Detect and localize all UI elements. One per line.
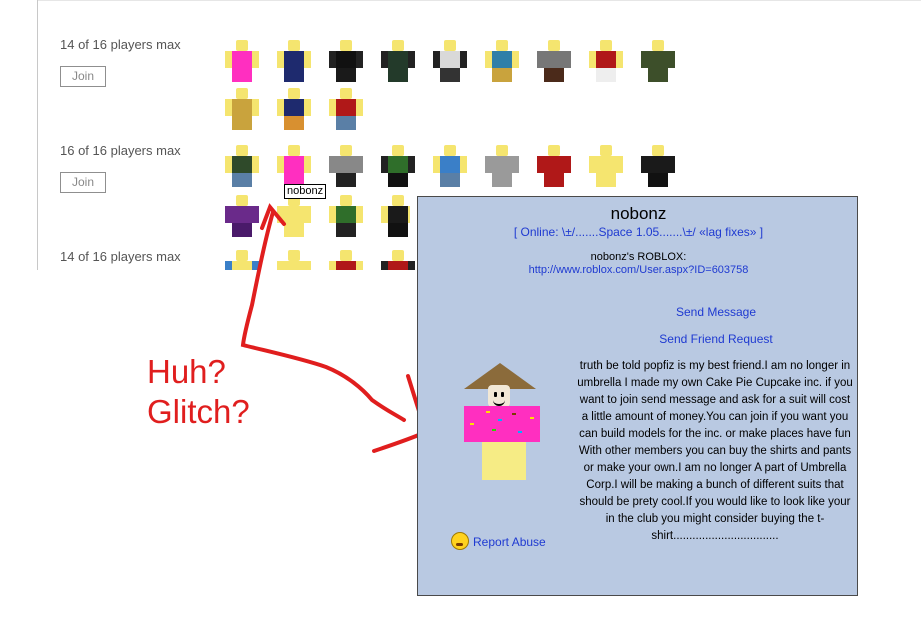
sprinkle bbox=[498, 419, 502, 421]
annotation-text: Huh? Glitch? bbox=[147, 352, 250, 432]
sprinkle bbox=[492, 429, 496, 431]
report-abuse-label: Report Abuse bbox=[473, 535, 546, 549]
sprinkle bbox=[470, 423, 474, 425]
avatar-eye-left bbox=[494, 392, 497, 397]
profile-roblox-url[interactable]: http://www.roblox.com/User.aspx?ID=60375… bbox=[418, 264, 859, 276]
avatar-eye-right bbox=[501, 392, 504, 397]
sprinkle bbox=[518, 431, 522, 433]
report-abuse-icon bbox=[451, 532, 469, 550]
report-abuse-link[interactable]: Report Abuse bbox=[451, 532, 546, 550]
annotation-line-2: Glitch? bbox=[147, 393, 250, 430]
sprinkle bbox=[512, 413, 516, 415]
profile-bio: truth be told popfiz is my best friend.I… bbox=[577, 360, 853, 542]
sprinkle bbox=[486, 411, 490, 413]
profile-popup: nobonz [ Online: \±/.......Space 1.05...… bbox=[417, 196, 858, 596]
profile-roblox-label: nobonz's ROBLOX: bbox=[590, 251, 687, 263]
profile-status-link[interactable]: [ Online: \±/.......Space 1.05.......\±/… bbox=[418, 225, 859, 239]
profile-username: nobonz bbox=[610, 204, 667, 223]
sprinkle bbox=[530, 417, 534, 419]
profile-avatar bbox=[462, 363, 542, 488]
avatar-right-arm bbox=[526, 406, 540, 442]
annotation-line-1: Huh? bbox=[147, 353, 226, 390]
avatar-legs bbox=[482, 442, 526, 480]
send-friend-request-link[interactable]: Send Friend Request bbox=[418, 332, 921, 346]
send-message-link[interactable]: Send Message bbox=[418, 305, 921, 319]
